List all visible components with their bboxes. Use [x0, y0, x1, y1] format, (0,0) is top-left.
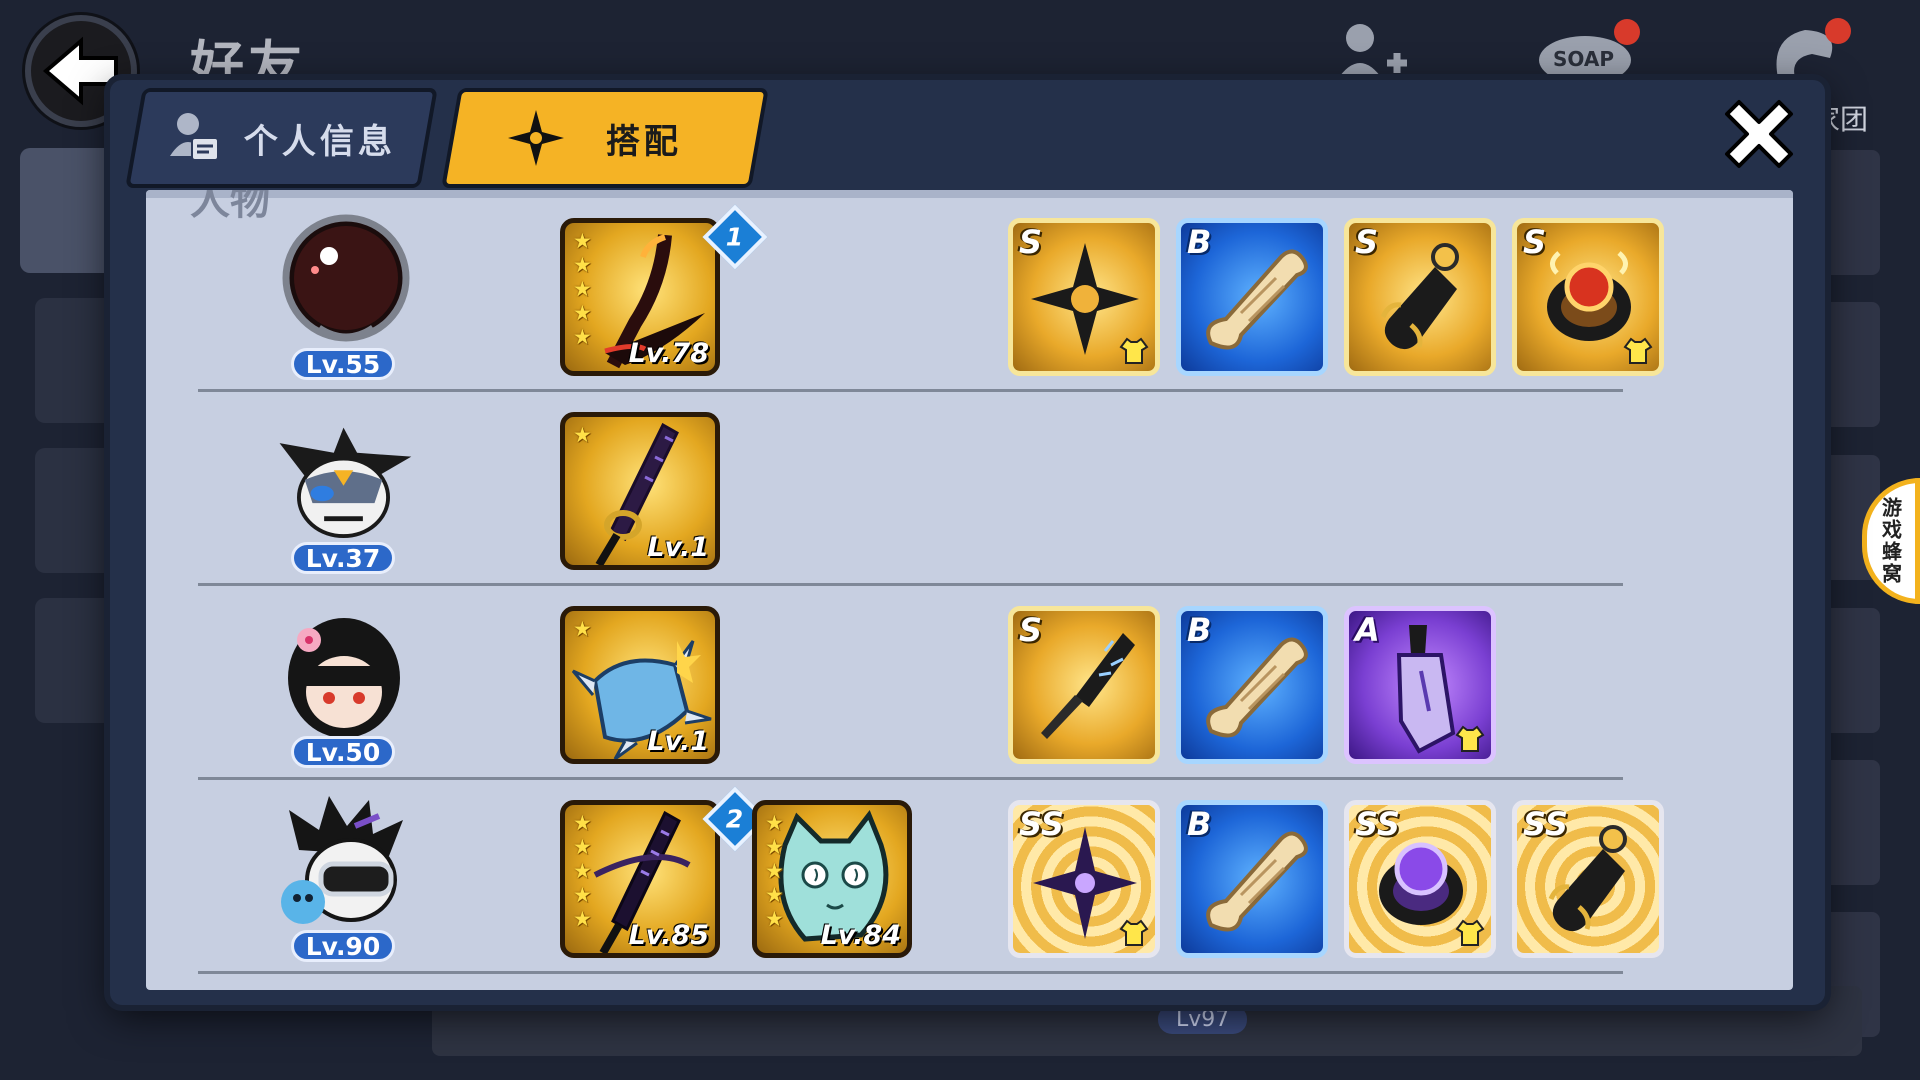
- weapon-slot[interactable]: ★ ★ ★ ★ ★ Lv.85: [560, 800, 720, 958]
- character-level: Lv.50: [291, 736, 395, 768]
- equipment-slot[interactable]: S: [1344, 218, 1496, 376]
- character-level: Lv.55: [291, 348, 395, 380]
- equipment-slot[interactable]: SS: [1344, 800, 1496, 958]
- add-friend-icon[interactable]: [1325, 18, 1415, 88]
- equipment-slot[interactable]: S: [1512, 218, 1664, 376]
- equipment-slot[interactable]: B: [1176, 800, 1328, 958]
- weapon-level: Lv.1: [647, 726, 709, 757]
- tab-personal-info[interactable]: 个人信息: [125, 88, 438, 188]
- close-icon: [1725, 100, 1793, 168]
- equipped-shirt-icon: [1623, 337, 1653, 364]
- grade-label: B: [1187, 805, 1212, 843]
- star-rating: ★ ★ ★ ★ ★: [573, 229, 592, 349]
- id-card-icon: [170, 113, 219, 161]
- star-rating: ★: [573, 423, 592, 447]
- weapon-slot[interactable]: ★ Lv.1: [560, 606, 720, 764]
- weapon-level: Lv.84: [820, 920, 901, 951]
- equipment-slot[interactable]: B: [1176, 606, 1328, 764]
- character-row: Lv.37 ★ Lv.1: [146, 392, 1793, 586]
- weapon-level: Lv.78: [628, 338, 709, 369]
- equipment-slot[interactable]: SS: [1008, 800, 1160, 958]
- loadout-panel[interactable]: 人物 Lv.55 ★ ★ ★ ★ ★ Lv.78 1 S B S S Lv.37…: [146, 190, 1793, 990]
- equipment-slot[interactable]: S: [1008, 606, 1160, 764]
- character-row: Lv.50 ★ Lv.1 S B A: [146, 586, 1793, 780]
- arrow-left-icon: [42, 36, 118, 106]
- panda-masked-ninja-avatar[interactable]: [266, 402, 421, 552]
- character-level: Lv.90: [291, 930, 395, 962]
- grade-label: S: [1355, 223, 1379, 261]
- grade-label: SS: [1019, 805, 1064, 843]
- grade-label: SS: [1355, 805, 1400, 843]
- equipped-shirt-icon: [1119, 337, 1149, 364]
- grade-label: S: [1019, 223, 1043, 261]
- kunoichi-girl-avatar[interactable]: [266, 596, 421, 746]
- row-divider: [198, 971, 1623, 974]
- grade-label: B: [1187, 223, 1212, 261]
- shuriken-icon: [508, 110, 564, 166]
- goggles-ninja-avatar[interactable]: [266, 790, 421, 940]
- guild-icon[interactable]: [1760, 18, 1855, 88]
- weapon-slot[interactable]: ★ Lv.1: [560, 412, 720, 570]
- friend-level-badge: Lv97: [1158, 1005, 1248, 1034]
- equipment-slot[interactable]: A: [1344, 606, 1496, 764]
- grade-label: A: [1355, 611, 1380, 649]
- dark-orb-ninja-avatar[interactable]: [266, 208, 421, 358]
- star-rating: ★ ★ ★ ★ ★: [765, 811, 784, 931]
- grade-label: S: [1019, 611, 1043, 649]
- svg-text:SOAP: SOAP: [1553, 47, 1614, 71]
- equipment-slot[interactable]: S: [1008, 218, 1160, 376]
- character-level: Lv.37: [291, 542, 395, 574]
- star-rating: ★: [573, 617, 592, 641]
- tab-loadout[interactable]: 搭配: [441, 88, 769, 188]
- equipment-slot[interactable]: SS: [1512, 800, 1664, 958]
- close-button[interactable]: [1711, 86, 1807, 182]
- character-row: Lv.55 ★ ★ ★ ★ ★ Lv.78 1 S B S S: [146, 198, 1793, 392]
- equipped-shirt-icon: [1455, 725, 1485, 752]
- sidebar-tab-block[interactable]: [35, 448, 120, 573]
- weapon-slot[interactable]: ★ ★ ★ ★ ★ Lv.78: [560, 218, 720, 376]
- grade-label: B: [1187, 611, 1212, 649]
- soap-chat-icon[interactable]: SOAP: [1535, 18, 1640, 88]
- loadout-dialog: 个人信息 搭配 人物 Lv.55 ★ ★ ★ ★ ★ Lv.78 1 S B S…: [110, 80, 1825, 1005]
- grade-label: SS: [1523, 805, 1568, 843]
- tab-personal-info-label: 个人信息: [244, 121, 396, 162]
- equipped-shirt-icon: [1119, 919, 1149, 946]
- tab-loadout-label: 搭配: [606, 121, 682, 162]
- weapon-level: Lv.1: [647, 532, 709, 563]
- weapon-slot[interactable]: ★ ★ ★ ★ ★ Lv.84: [752, 800, 912, 958]
- weapon-level: Lv.85: [628, 920, 709, 951]
- sidebar-tab-profile[interactable]: [35, 598, 120, 723]
- grade-label: S: [1523, 223, 1547, 261]
- star-rating: ★ ★ ★ ★ ★: [573, 811, 592, 931]
- panel-top-edge: [146, 190, 1793, 198]
- equipment-slot[interactable]: B: [1176, 218, 1328, 376]
- equipped-shirt-icon: [1455, 919, 1485, 946]
- sidebar-tab-add[interactable]: [35, 298, 120, 423]
- character-row: Lv.90 ★ ★ ★ ★ ★ Lv.85 2 ★ ★ ★ ★ ★ Lv.84 …: [146, 780, 1793, 974]
